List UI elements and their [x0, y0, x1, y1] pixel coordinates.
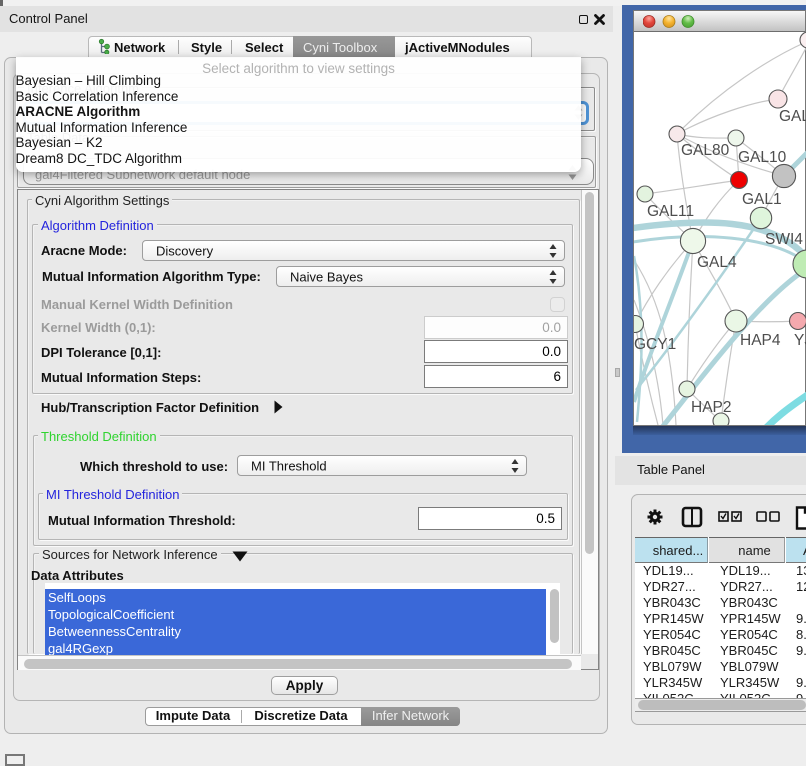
svg-text:HAP4: HAP4: [740, 332, 781, 349]
svg-text:HAP2: HAP2: [691, 399, 732, 416]
svg-text:GAL80: GAL80: [681, 142, 730, 159]
svg-text:GAL10: GAL10: [738, 149, 787, 166]
svg-text:GAL4: GAL4: [697, 254, 737, 271]
svg-text:GAL7: GAL7: [779, 108, 806, 125]
svg-text:YJ: YJ: [794, 332, 806, 349]
svg-text:GCY1: GCY1: [634, 336, 676, 353]
svg-text:GAL11: GAL11: [647, 203, 694, 220]
svg-text:SWI4: SWI4: [765, 231, 803, 248]
svg-text:GAL1: GAL1: [742, 191, 782, 208]
